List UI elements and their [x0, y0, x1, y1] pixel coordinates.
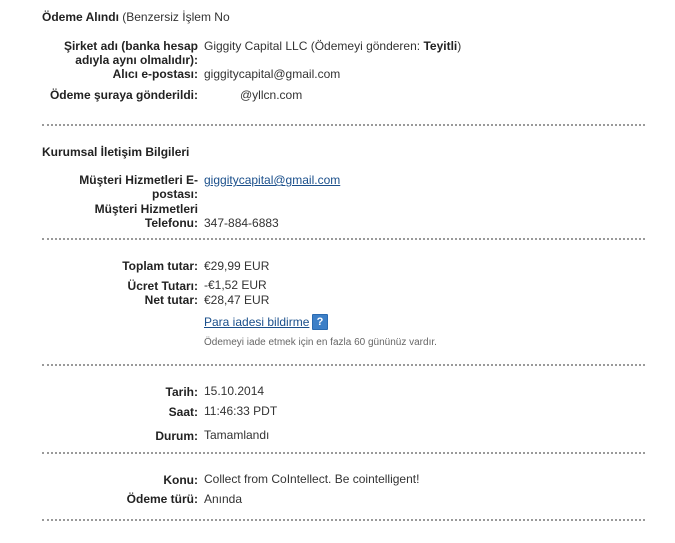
time-label: Saat: [168, 405, 198, 419]
status-label: Durum: [155, 429, 198, 443]
help-icon[interactable]: ? [312, 314, 328, 330]
cs-phone-label-line2: Telefonu: [144, 216, 198, 230]
cs-phone-label-line1: Müşteri Hizmetleri [94, 202, 198, 216]
time-value: 11:46:33 PDT [204, 404, 278, 418]
total-amount-label: Toplam tutar: [122, 259, 198, 273]
company-name-label-line1: Şirket adı (banka hesap [63, 39, 198, 53]
cs-email-link[interactable]: giggitycapital@gmail.com [204, 173, 340, 187]
total-amount-value: €29,99 EUR [204, 259, 270, 273]
page-header: Ödeme Alındı (Benzersiz İşlem No [42, 10, 230, 24]
cs-phone-value: 347-884-6883 [204, 216, 279, 230]
section-divider [42, 519, 645, 521]
fee-amount-value: -€1,52 EUR [204, 278, 267, 292]
sent-to-value: @yllcn.com [240, 88, 303, 102]
net-amount-value: €28,47 EUR [204, 293, 270, 307]
refund-note: Ödemeyi iade etmek için en fazla 60 günü… [204, 337, 437, 348]
sent-to-label: Ödeme şuraya gönderildi: [49, 88, 198, 102]
date-label: Tarih: [165, 385, 198, 399]
cs-phone-label: Müşteri Hizmetleri Telefonu: [38, 202, 198, 230]
page-title: Ödeme Alındı [42, 10, 119, 24]
status-value: Tamamlandı [204, 428, 270, 442]
payment-type-value: Anında [204, 492, 243, 506]
subject-label: Konu: [163, 473, 198, 487]
section-divider [42, 238, 645, 240]
company-name-label-line2: adıyla aynı olmalıdır): [75, 53, 198, 67]
subject-value: Collect from CoIntellect. Be cointellige… [204, 472, 420, 486]
section-divider [42, 364, 645, 366]
company-name-value: Giggity Capital LLC (Ödemeyi gönderen: T… [204, 39, 461, 53]
payment-type-label: Ödeme türü: [126, 492, 198, 506]
section-divider [42, 452, 645, 454]
recipient-email-value: giggitycapital@gmail.com [204, 67, 341, 81]
company-name-text: Giggity Capital LLC (Ödemeyi gönderen: [204, 39, 424, 53]
cs-email-label: Müşteri Hizmetleri E- postası: [38, 173, 198, 201]
contact-section-title: Kurumsal İletişim Bilgileri [42, 145, 190, 159]
section-divider [42, 124, 645, 126]
payment-details-page: Ödeme Alındı (Benzersiz İşlem No Şirket … [0, 0, 675, 543]
date-value: 15.10.2014 [204, 384, 265, 398]
transaction-id-label: (Benzersiz İşlem No [122, 10, 230, 24]
cs-email-label-line1: Müşteri Hizmetleri E- [79, 173, 198, 187]
net-amount-label: Net tutar: [144, 293, 198, 307]
refund-link[interactable]: Para iadesi bildirme [204, 315, 309, 329]
company-name-close-paren: ) [457, 39, 462, 53]
cs-email-label-line2: postası: [151, 187, 198, 201]
company-name-label: Şirket adı (banka hesap adıyla aynı olma… [38, 39, 198, 67]
fee-amount-label: Ücret Tutarı: [127, 279, 198, 293]
recipient-email-label: Alıcı e-postası: [112, 67, 198, 81]
sender-verified-status: Teyitli [423, 39, 458, 53]
